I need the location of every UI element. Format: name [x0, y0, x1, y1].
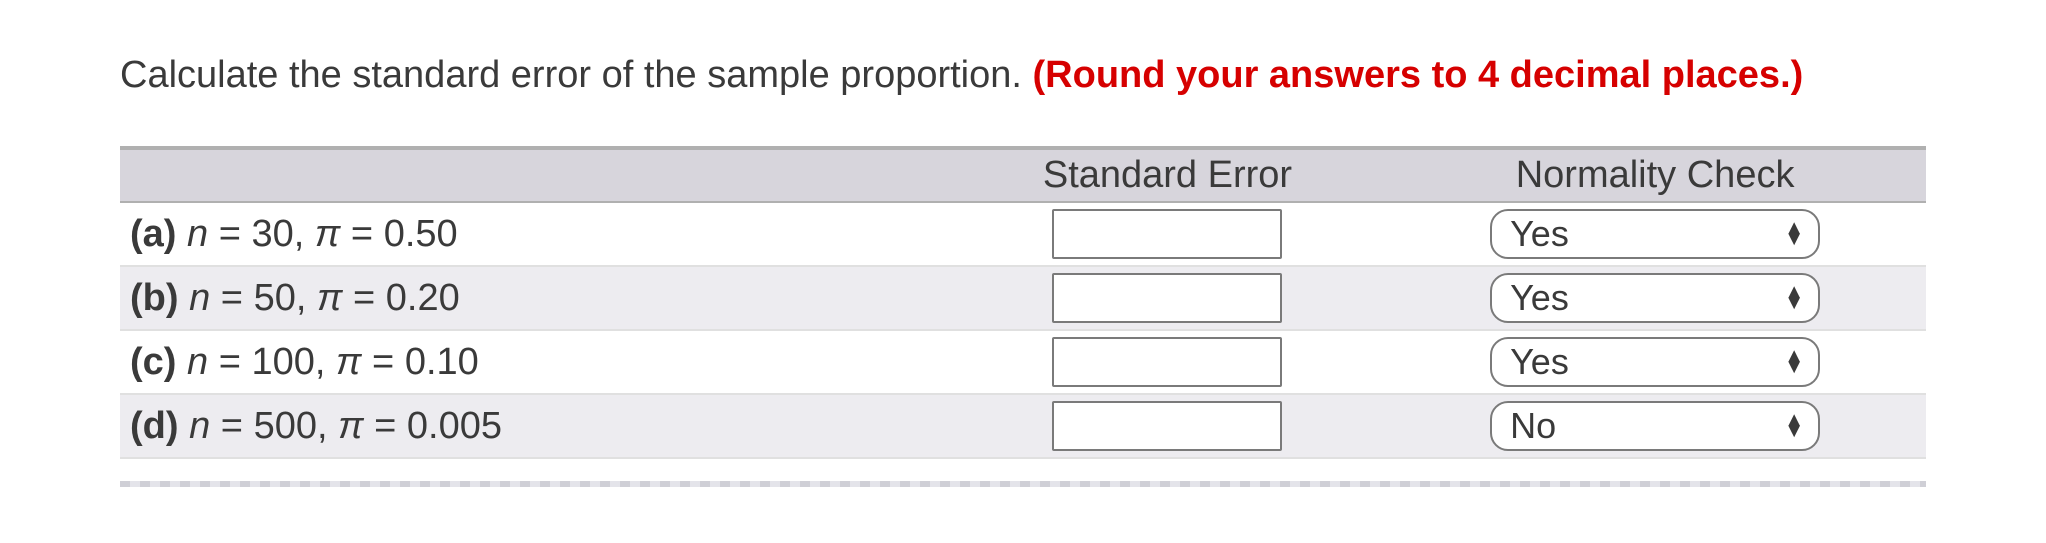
var-pi-symbol: π — [317, 277, 342, 319]
var-n-symbol: n — [187, 341, 208, 383]
eq-2: = — [374, 405, 396, 447]
row-tag: (c) — [130, 341, 176, 383]
var-n-symbol: n — [189, 405, 210, 447]
question-prompt: Calculate the standard error of the samp… — [120, 50, 1926, 101]
n-value: 50 — [254, 277, 296, 319]
answer-table: Standard Error Normality Check (a) n = 3… — [120, 146, 1926, 459]
standard-error-input[interactable] — [1052, 273, 1282, 323]
row-label: (c) n = 100, π = 0.10 — [120, 330, 951, 394]
pi-value: 0.50 — [384, 213, 458, 255]
eq-1: = — [221, 277, 243, 319]
prompt-text: Calculate the standard error of the samp… — [120, 54, 1033, 96]
row-tag: (d) — [130, 405, 179, 447]
updown-icon: ▲▼ — [1784, 287, 1804, 309]
var-n-symbol: n — [189, 277, 210, 319]
col-header-normality-check: Normality Check — [1384, 148, 1926, 202]
standard-error-input[interactable] — [1052, 337, 1282, 387]
eq-1: = — [219, 341, 241, 383]
var-pi-symbol: π — [336, 341, 361, 383]
n-value: 30 — [251, 213, 293, 255]
normality-value: Yes — [1510, 341, 1569, 383]
col-header-label — [120, 148, 951, 202]
eq-2: = — [353, 277, 375, 319]
normality-value: No — [1510, 405, 1556, 447]
footer-divider — [120, 481, 1926, 487]
pi-value: 0.10 — [405, 341, 479, 383]
table-row: (b) n = 50, π = 0.20 Yes ▲▼ — [120, 266, 1926, 330]
n-value: 500 — [254, 405, 317, 447]
normality-select[interactable]: Yes ▲▼ — [1490, 337, 1820, 387]
updown-icon: ▲▼ — [1784, 415, 1804, 437]
var-pi-symbol: π — [338, 405, 363, 447]
updown-icon: ▲▼ — [1784, 223, 1804, 245]
pi-value: 0.20 — [386, 277, 460, 319]
eq-2: = — [372, 341, 394, 383]
var-pi-symbol: π — [315, 213, 340, 255]
var-n-symbol: n — [187, 213, 208, 255]
row-tag: (a) — [130, 213, 176, 255]
prompt-hint: (Round your answers to 4 decimal places.… — [1033, 54, 1804, 96]
normality-select[interactable]: No ▲▼ — [1490, 401, 1820, 451]
pi-value: 0.005 — [407, 405, 502, 447]
normality-value: Yes — [1510, 277, 1569, 319]
eq-1: = — [219, 213, 241, 255]
eq-2: = — [351, 213, 373, 255]
table-row: (d) n = 500, π = 0.005 No ▲▼ — [120, 394, 1926, 458]
row-label: (a) n = 30, π = 0.50 — [120, 202, 951, 266]
n-value: 100 — [251, 341, 314, 383]
standard-error-input[interactable] — [1052, 209, 1282, 259]
standard-error-input[interactable] — [1052, 401, 1282, 451]
table-row: (c) n = 100, π = 0.10 Yes ▲▼ — [120, 330, 1926, 394]
table-row: (a) n = 30, π = 0.50 Yes ▲▼ — [120, 202, 1926, 266]
normality-value: Yes — [1510, 213, 1569, 255]
normality-select[interactable]: Yes ▲▼ — [1490, 209, 1820, 259]
normality-select[interactable]: Yes ▲▼ — [1490, 273, 1820, 323]
row-tag: (b) — [130, 277, 179, 319]
eq-1: = — [221, 405, 243, 447]
row-label: (b) n = 50, π = 0.20 — [120, 266, 951, 330]
col-header-standard-error: Standard Error — [951, 148, 1384, 202]
row-label: (d) n = 500, π = 0.005 — [120, 394, 951, 458]
updown-icon: ▲▼ — [1784, 351, 1804, 373]
